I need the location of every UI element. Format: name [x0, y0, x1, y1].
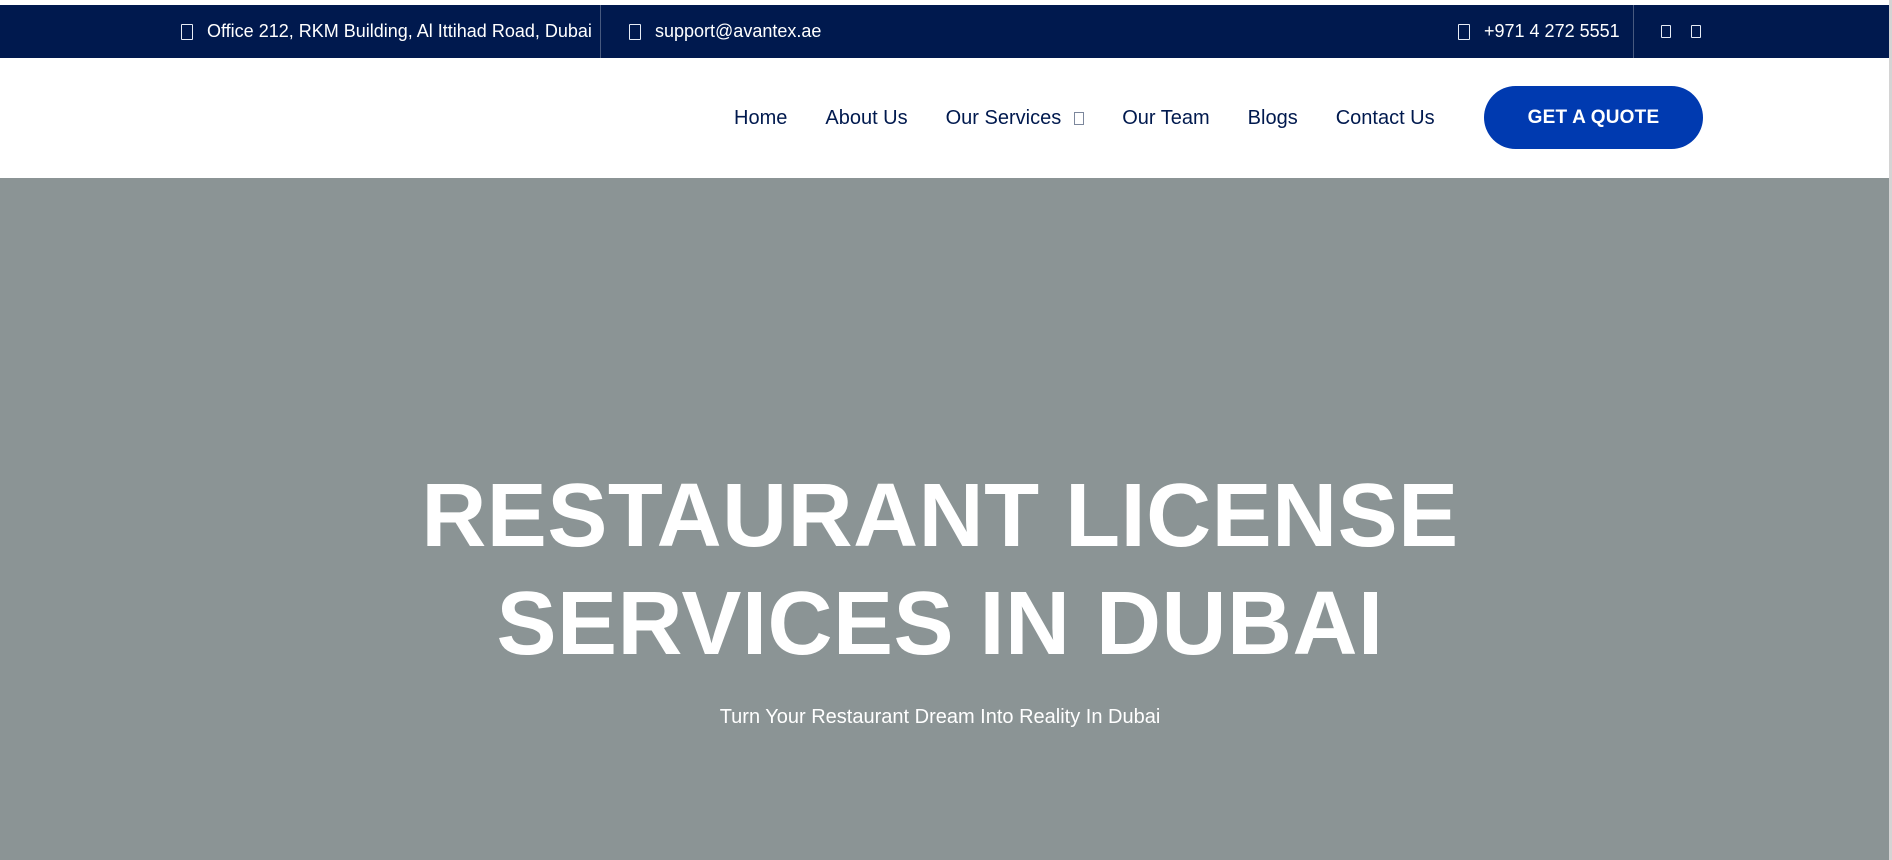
- topbar-divider: [600, 5, 601, 58]
- hero-subtitle: Turn Your Restaurant Dream Into Reality …: [719, 706, 1161, 728]
- nav-item-label: Home: [734, 106, 788, 129]
- nav-item-our-services[interactable]: Our Services: [946, 107, 1085, 130]
- nav-item-label: Contact Us: [1335, 106, 1435, 129]
- phone-link[interactable]: +971 4 272 5551: [1484, 21, 1620, 42]
- nav-item-contact-us[interactable]: Contact Us: [1336, 107, 1435, 130]
- nav-item-label: Blogs: [1247, 106, 1298, 129]
- hero-title-line-1: RESTAURANT LICENSE: [421, 466, 1459, 566]
- address-item[interactable]: Office 212, RKM Building, Al Ittihad Roa…: [181, 5, 592, 58]
- hero-section: RESTAURANT LICENSE SERVICES IN DUBAI Tur…: [0, 178, 1892, 860]
- email-item[interactable]: support@avantex.ae: [629, 5, 821, 58]
- topbar-divider: [1633, 5, 1634, 58]
- social-links: [1661, 5, 1701, 58]
- envelope-icon: [629, 23, 641, 40]
- main-navbar: Home About Us Our Services Our Team Blog…: [0, 58, 1892, 178]
- contact-topbar: Office 212, RKM Building, Al Ittihad Roa…: [0, 5, 1892, 58]
- nav-item-label: Our Services: [945, 106, 1062, 129]
- nav-item-our-team[interactable]: Our Team: [1122, 107, 1209, 130]
- social-icon-2[interactable]: [1691, 25, 1701, 38]
- get-a-quote-button[interactable]: GET A QUOTE: [1484, 86, 1703, 149]
- location-pin-icon: [181, 23, 193, 40]
- hero-title: RESTAURANT LICENSE SERVICES IN DUBAI: [0, 462, 1880, 678]
- nav-item-label: About Us: [825, 106, 908, 129]
- phone-item[interactable]: +971 4 272 5551: [1458, 5, 1620, 58]
- nav-menu: Home About Us Our Services Our Team Blog…: [734, 58, 1435, 178]
- nav-item-about-us[interactable]: About Us: [825, 107, 907, 130]
- chevron-down-icon: [1074, 111, 1085, 125]
- nav-item-label: Our Team: [1122, 106, 1210, 129]
- social-icon-1[interactable]: [1661, 25, 1671, 38]
- nav-item-blogs[interactable]: Blogs: [1248, 107, 1298, 130]
- address-text: Office 212, RKM Building, Al Ittihad Roa…: [207, 21, 592, 41]
- hero-title-line-2: SERVICES IN DUBAI: [496, 574, 1384, 674]
- nav-item-home[interactable]: Home: [734, 107, 787, 130]
- phone-icon: [1458, 23, 1470, 40]
- email-link[interactable]: support@avantex.ae: [655, 21, 821, 42]
